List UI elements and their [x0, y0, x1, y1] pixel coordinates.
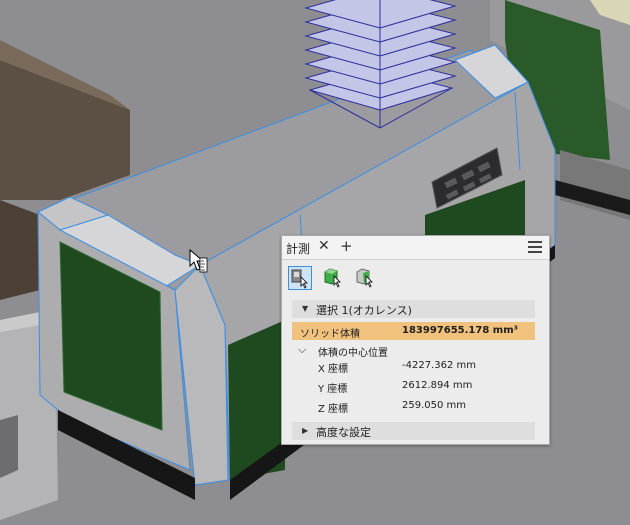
select-component-tool-button[interactable]	[288, 266, 312, 290]
select-part-tool-button[interactable]	[322, 266, 346, 290]
coord-value: 259.050 mm	[402, 400, 467, 411]
solid-volume-value: 183997655.178 mm³	[402, 325, 518, 336]
selection-header-label: 選択 1(オカレンス)	[316, 304, 412, 317]
advanced-settings-label: 高度な設定	[316, 426, 371, 439]
coord-label: X 座標	[318, 364, 349, 375]
measure-panel: 計測 ✕ + ▼ 選択 1(オカレンス) ソリッド体積 183997655.17…	[281, 235, 550, 445]
selection-section-header[interactable]: ▼ 選択 1(オカレンス)	[292, 300, 535, 318]
coord-row-z[interactable]: Z 座標 259.050 mm	[318, 397, 528, 415]
coord-value: -4227.362 mm	[402, 360, 476, 371]
chevron-down-icon: ⌵	[298, 343, 307, 356]
select-component-icon	[291, 269, 308, 289]
panel-tab-bar: 計測 ✕ +	[282, 236, 549, 260]
tab-measure[interactable]: 計測	[286, 240, 310, 257]
close-icon[interactable]: ✕	[318, 238, 330, 254]
coord-row-y[interactable]: Y 座標 2612.894 mm	[318, 377, 528, 395]
coord-row-x[interactable]: X 座標 -4227.362 mm	[318, 357, 528, 375]
add-tab-icon[interactable]: +	[340, 237, 353, 255]
cabinet-left-slot	[0, 415, 18, 478]
collapse-triangle-icon: ▼	[302, 304, 309, 313]
hamburger-menu-icon[interactable]	[528, 241, 542, 253]
select-part-icon	[324, 268, 341, 288]
select-body-icon	[356, 268, 373, 288]
expand-triangle-icon: ▶	[302, 426, 309, 435]
coord-label: Y 座標	[318, 384, 348, 395]
background-block-left-lower	[0, 200, 40, 300]
solid-volume-row[interactable]: ソリッド体積 183997655.178 mm³	[292, 322, 535, 340]
coord-label: Z 座標	[318, 404, 349, 415]
advanced-settings-header[interactable]: ▶ 高度な設定	[292, 422, 535, 440]
solid-volume-label: ソリッド体積	[300, 329, 360, 340]
coord-value: 2612.894 mm	[402, 380, 473, 391]
select-body-tool-button[interactable]	[354, 266, 378, 290]
